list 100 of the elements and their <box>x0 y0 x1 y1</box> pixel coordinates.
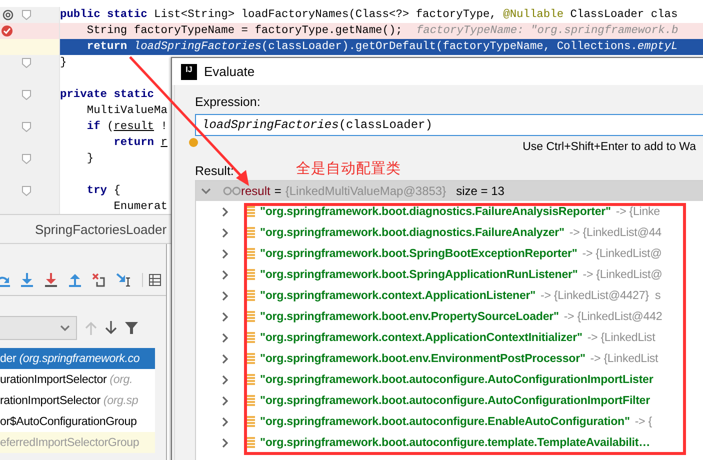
chevron-right-icon[interactable] <box>220 354 230 364</box>
up-arrow-icon[interactable] <box>68 273 82 287</box>
app-logo: IJ <box>181 64 197 80</box>
fold-marker-icon[interactable] <box>22 122 31 132</box>
stack-frame[interactable]: or$AutoConfigurationGroup <box>0 411 155 432</box>
chevron-right-icon[interactable] <box>220 416 230 426</box>
entry-value: -> {Linke <box>616 205 660 218</box>
chevron-right-icon[interactable] <box>220 438 230 448</box>
size-text: size = 13 <box>456 184 504 198</box>
entry-value: -> { <box>634 415 652 428</box>
fold-marker-icon[interactable] <box>22 154 31 164</box>
down-arrow-icon[interactable] <box>20 273 34 287</box>
diagonal-arrow-cursor-icon[interactable] <box>116 273 132 287</box>
fold-marker-icon[interactable] <box>22 90 31 100</box>
entry-key: "org.springframework.boot.autoconfigure.AutoConfigurationImportLister <box>260 373 654 386</box>
down-arrow-icon[interactable] <box>44 273 58 287</box>
map-entry[interactable]: "org.springframework.boot.autoconfigure.EnableAutoConfiguration" -> { <box>196 411 703 432</box>
stack-frame[interactable]: urationImportSelector (org. <box>0 369 155 390</box>
entry-value: -> {LinkedList <box>587 331 656 344</box>
entry-icon <box>245 310 255 322</box>
code-line: MultiValueMa <box>86 105 168 117</box>
map-entry[interactable]: "org.springframework.boot.env.EnvironmentPostProcessor" -> {LinkedList <box>196 348 703 369</box>
code-line: String factoryTypeName = factoryType.getName(); factoryTypeName: "org.springframework.b <box>86 25 678 37</box>
entry-icon <box>245 268 255 280</box>
entry-key: "org.springframework.boot.SpringBootExceptionReporter" <box>260 247 578 260</box>
entry-key: "org.springframework.boot.env.EnvironmentPostProcessor" <box>260 352 586 365</box>
equals-sign: = <box>274 184 282 198</box>
map-entry[interactable]: "org.springframework.boot.SpringBootExceptionReporter" -> {LinkedList@ <box>196 243 703 264</box>
entry-icon <box>245 394 255 406</box>
chevron-right-icon[interactable] <box>220 396 230 406</box>
map-entry[interactable]: "org.springframework.boot.SpringApplicationRunListener" -> {LinkedList@ <box>196 264 703 285</box>
chevron-down-icon[interactable] <box>60 323 70 333</box>
annotation-text: 全是自动配置类 <box>296 160 401 178</box>
entry-value: -> {LinkedList@4427} s <box>540 289 661 302</box>
chevron-down-icon[interactable] <box>201 186 211 196</box>
stack-frame[interactable]: rationImportSelector (org.sp <box>0 390 155 411</box>
entry-value: -> {LinkedList@442 <box>564 310 662 323</box>
entry-key: "org.springframework.context.ApplicationListener" <box>260 289 536 302</box>
entry-icon <box>245 374 255 386</box>
map-entry[interactable]: "org.springframework.boot.env.PropertySourceLoader" -> {LinkedList@442 <box>196 306 703 327</box>
entry-value: -> {LinkedList@44 <box>569 226 662 239</box>
entry-key: "org.springframework.boot.diagnostics.FailureAnalysisReporter" <box>260 205 611 218</box>
variable-value: {LinkedMultiValueMap@3853} <box>285 184 446 198</box>
fold-marker-icon[interactable] <box>22 10 31 20</box>
variable-name: result <box>241 184 270 198</box>
dialog-title: Evaluate <box>204 64 255 79</box>
chevron-right-icon[interactable] <box>220 312 230 322</box>
chevron-right-icon[interactable] <box>220 270 230 280</box>
entry-icon <box>245 248 255 260</box>
entry-icon <box>245 206 255 218</box>
entry-icon <box>245 332 255 344</box>
glasses-icon <box>223 186 241 196</box>
map-entry[interactable]: "org.springframework.context.ApplicationListener" -> {LinkedList@4427} s <box>196 285 703 306</box>
code-line: } <box>86 153 94 165</box>
fold-marker-icon[interactable] <box>22 58 31 68</box>
map-entry[interactable]: "org.springframework.boot.diagnostics.FailureAnalyzer" -> {LinkedList@44 <box>196 222 703 243</box>
code-line: public static List<String> loadFactoryNames(Class<?> factoryType, @Nullable ClassLoader clas <box>60 9 678 21</box>
stack-frame[interactable]: eferredImportSelectorGroup <box>0 432 155 453</box>
entry-value: -> {LinkedList <box>590 352 658 365</box>
entry-key: "org.springframework.boot.env.PropertySourceLoader" <box>260 310 559 323</box>
chevron-right-icon[interactable] <box>220 228 230 238</box>
map-entry[interactable]: "org.springframework.boot.autoconfigure.template.TemplateAvailabilit… <box>196 432 703 453</box>
chevron-right-icon[interactable] <box>220 248 230 258</box>
chevron-right-icon[interactable] <box>220 332 230 342</box>
entry-icon <box>245 226 255 238</box>
cross-bracket-icon[interactable] <box>92 273 106 287</box>
code-line: return r <box>112 137 168 149</box>
entry-key: "org.springframework.boot.autoconfigure.template.TemplateAvailabilit… <box>260 436 650 449</box>
filter-icon[interactable] <box>125 321 138 335</box>
entry-icon <box>245 436 255 448</box>
map-entry[interactable]: "org.springframework.boot.autoconfigure.AutoConfigurationImportFilter <box>196 390 703 411</box>
result-label: Result: <box>195 164 234 178</box>
fold-marker-icon[interactable] <box>22 186 31 196</box>
entry-key: "org.springframework.boot.autoconfigure.AutoConfigurationImportFilter <box>260 394 650 407</box>
code-line: } <box>60 57 67 69</box>
entry-value: -> {LinkedList@ <box>582 247 662 260</box>
chevron-right-icon[interactable] <box>220 374 230 384</box>
expression-field[interactable]: loadSpringFactories(classLoader) <box>195 114 703 136</box>
down-arrow-icon[interactable] <box>105 321 117 335</box>
entry-value: -> {LinkedList@ <box>582 268 662 281</box>
entry-icon <box>245 352 255 364</box>
grid-icon[interactable] <box>142 273 161 287</box>
entry-key: "org.springframework.boot.autoconfigure.EnableAutoConfiguration" <box>260 415 630 428</box>
entry-key: "org.springframework.boot.diagnostics.FailureAnalyzer" <box>260 226 564 239</box>
code-line: if (result ! <box>86 121 168 133</box>
map-entry[interactable]: "org.springframework.boot.diagnostics.FailureAnalysisReporter" -> {Linke <box>196 201 703 222</box>
stack-frame[interactable]: der (org.springframework.co <box>0 348 155 369</box>
chevron-right-icon[interactable] <box>220 290 230 300</box>
map-entry[interactable]: "org.springframework.boot.autoconfigure.AutoConfigurationImportLister <box>196 369 703 390</box>
code-line: try { <box>86 185 120 197</box>
shortcut-hint: Use Ctrl+Shift+Enter to add to Wa <box>522 141 696 153</box>
code-line: return loadSpringFactories(classLoader).getOrDefault(factoryTypeName, Collections.emptyL <box>86 41 678 53</box>
entry-icon <box>245 290 255 302</box>
map-entry[interactable]: "org.springframework.context.ApplicationContextInitializer" -> {LinkedList <box>196 327 703 348</box>
breakpoint-icon[interactable] <box>1 25 13 37</box>
chevron-right-icon[interactable] <box>220 206 230 216</box>
code-line: private static <box>60 89 154 101</box>
entry-key: "org.springframework.boot.SpringApplicationRunListener" <box>260 268 578 281</box>
entry-key: "org.springframework.context.ApplicationContextInitializer" <box>260 331 582 344</box>
tree-root-row[interactable]: result = {LinkedMultiValueMap@3853} size = 13 <box>196 181 703 201</box>
